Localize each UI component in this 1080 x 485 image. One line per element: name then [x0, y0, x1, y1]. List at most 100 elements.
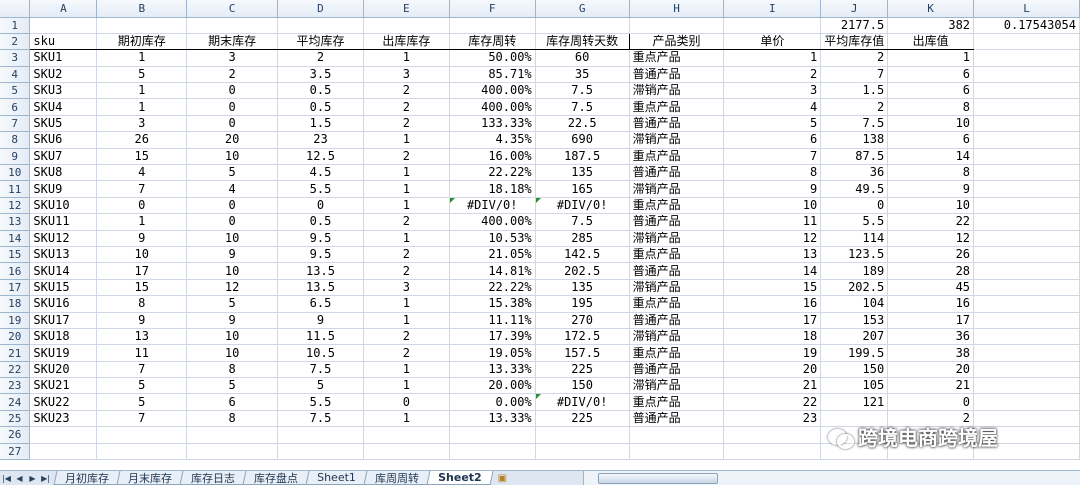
sheet-tab-6[interactable]: 库周周转 — [363, 471, 431, 485]
cell-f5[interactable]: 400.00% — [449, 82, 536, 100]
cell-g5[interactable]: 7.5 — [535, 82, 630, 100]
cell-b23[interactable]: 5 — [96, 377, 188, 395]
cell-h8[interactable]: 滞销产品 — [629, 131, 725, 149]
cell-a10[interactable]: SKU8 — [29, 164, 98, 182]
cell-f2[interactable]: 库存周转 — [449, 33, 536, 51]
cell-l10[interactable] — [973, 164, 1080, 182]
cell-e5[interactable]: 2 — [363, 82, 450, 100]
cell-a8[interactable]: SKU6 — [29, 131, 98, 149]
cell-c25[interactable]: 8 — [186, 410, 279, 428]
cell-g27[interactable] — [535, 443, 630, 461]
row-header[interactable]: 26 — [0, 426, 31, 444]
cell-b1[interactable] — [96, 17, 188, 34]
cell-j21[interactable]: 199.5 — [820, 344, 889, 362]
cell-i14[interactable]: 12 — [723, 230, 822, 247]
cell-g17[interactable]: 135 — [535, 279, 630, 297]
cell-e22[interactable]: 1 — [363, 361, 450, 379]
cell-k13[interactable]: 22 — [887, 213, 975, 231]
cell-i16[interactable]: 14 — [723, 262, 822, 280]
sheet-tab-5[interactable]: Sheet1 — [305, 471, 368, 485]
cell-e23[interactable]: 1 — [363, 377, 450, 395]
cell-i7[interactable]: 5 — [723, 115, 822, 133]
cell-j23[interactable]: 105 — [820, 377, 889, 395]
cell-d6[interactable]: 0.5 — [277, 98, 364, 116]
cell-d14[interactable]: 9.5 — [277, 230, 364, 247]
cell-g11[interactable]: 165 — [535, 180, 630, 198]
cell-k6[interactable]: 8 — [887, 98, 975, 116]
cell-e13[interactable]: 2 — [363, 213, 450, 231]
cell-l4[interactable] — [973, 66, 1080, 84]
cell-e18[interactable]: 1 — [363, 295, 450, 313]
cell-f3[interactable]: 50.00% — [449, 49, 536, 67]
cell-f26[interactable] — [449, 426, 536, 444]
cell-g21[interactable]: 157.5 — [535, 344, 630, 362]
cell-f7[interactable]: 133.33% — [449, 115, 536, 133]
cell-j6[interactable]: 2 — [820, 98, 889, 116]
cell-i24[interactable]: 22 — [723, 393, 822, 411]
cell-h22[interactable]: 普通产品 — [629, 361, 725, 379]
cell-e3[interactable]: 1 — [363, 49, 450, 67]
cell-i8[interactable]: 6 — [723, 131, 822, 149]
cell-c24[interactable]: 6 — [186, 393, 279, 411]
cell-e24[interactable]: 0 — [363, 393, 450, 411]
cell-k8[interactable]: 6 — [887, 131, 975, 149]
cell-h13[interactable]: 普通产品 — [629, 213, 725, 231]
column-header-d[interactable]: D — [277, 0, 364, 18]
cell-g10[interactable]: 135 — [535, 164, 630, 182]
cell-i12[interactable]: 10 — [723, 197, 822, 215]
cell-d1[interactable] — [277, 17, 364, 34]
cell-c21[interactable]: 10 — [186, 344, 279, 362]
cell-c7[interactable]: 0 — [186, 115, 279, 133]
cell-f8[interactable]: 4.35% — [449, 131, 536, 149]
row-header[interactable]: 27 — [0, 443, 31, 461]
cell-b22[interactable]: 7 — [96, 361, 188, 379]
cell-e11[interactable]: 1 — [363, 180, 450, 198]
cell-g23[interactable]: 150 — [535, 377, 630, 395]
cell-f11[interactable]: 18.18% — [449, 180, 536, 198]
cell-e8[interactable]: 1 — [363, 131, 450, 149]
cell-d23[interactable]: 5 — [277, 377, 364, 395]
cell-a4[interactable]: SKU2 — [29, 66, 98, 84]
cell-l13[interactable] — [973, 213, 1080, 231]
cell-h27[interactable] — [629, 443, 725, 461]
cell-d24[interactable]: 5.5 — [277, 393, 364, 411]
cell-c20[interactable]: 10 — [186, 328, 279, 346]
cell-i17[interactable]: 15 — [723, 279, 822, 297]
cell-c27[interactable] — [186, 443, 279, 461]
cell-i10[interactable]: 8 — [723, 164, 822, 182]
cell-a21[interactable]: SKU19 — [29, 344, 98, 362]
cell-g22[interactable]: 225 — [535, 361, 630, 379]
cell-a16[interactable]: SKU14 — [29, 262, 98, 280]
cell-f9[interactable]: 16.00% — [449, 148, 536, 166]
cell-k17[interactable]: 45 — [887, 279, 975, 297]
cell-e14[interactable]: 1 — [363, 230, 450, 247]
cell-h2[interactable]: 产品类别 — [629, 33, 725, 51]
cell-d15[interactable]: 9.5 — [277, 246, 364, 264]
cell-d9[interactable]: 12.5 — [277, 148, 364, 166]
cell-j17[interactable]: 202.5 — [820, 279, 889, 297]
cell-d11[interactable]: 5.5 — [277, 180, 364, 198]
cell-j2[interactable]: 平均库存值 — [820, 33, 889, 51]
cell-l16[interactable] — [973, 262, 1080, 280]
cell-a11[interactable]: SKU9 — [29, 180, 98, 198]
cell-d12[interactable]: 0 — [277, 197, 364, 215]
sheet-tab-3[interactable]: 库存日志 — [179, 471, 247, 485]
scrollbar-thumb[interactable] — [598, 472, 719, 484]
cell-g1[interactable] — [535, 17, 630, 34]
cell-b12[interactable]: 0 — [96, 197, 188, 215]
cell-table[interactable]: ABCDEFGHIJKL 1 2177.5 382 0.17543054 2 sku 期初库… — [0, 0, 1080, 461]
cell-k4[interactable]: 6 — [887, 66, 975, 84]
cell-a14[interactable]: SKU12 — [29, 230, 98, 247]
cell-i13[interactable]: 11 — [723, 213, 822, 231]
row-header[interactable]: 13 — [0, 213, 31, 231]
cell-h21[interactable]: 重点产品 — [629, 344, 725, 362]
cell-h24[interactable]: 重点产品 — [629, 393, 725, 411]
cell-d3[interactable]: 2 — [277, 49, 364, 67]
cell-a23[interactable]: SKU21 — [29, 377, 98, 395]
row-header[interactable]: 16 — [0, 262, 31, 280]
column-header-g[interactable]: G — [535, 0, 630, 18]
cell-b18[interactable]: 8 — [96, 295, 188, 313]
cell-i25[interactable]: 23 — [723, 410, 822, 428]
cell-g24[interactable]: #DIV/0! — [535, 393, 630, 411]
cell-c22[interactable]: 8 — [186, 361, 279, 379]
